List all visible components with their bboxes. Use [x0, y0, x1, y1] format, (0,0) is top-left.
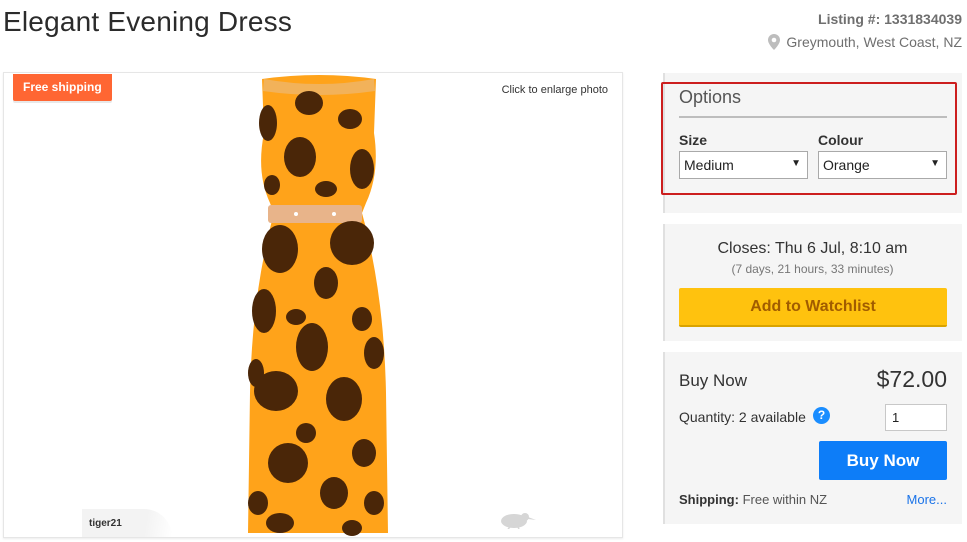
help-icon[interactable]: ?: [813, 407, 830, 424]
add-to-watchlist-button[interactable]: Add to Watchlist: [679, 288, 947, 327]
buy-now-label: Buy Now: [679, 371, 748, 390]
size-label: Size: [679, 132, 708, 148]
kiwi-icon: [501, 513, 536, 529]
closing-time: Closes: Thu 6 Jul, 8:10 am: [717, 240, 908, 257]
options-heading: Options: [679, 87, 742, 107]
seller-watermark: tiger21: [89, 518, 122, 529]
shipping-info: Shipping: Free within NZ: [679, 492, 827, 507]
free-shipping-badge: Free shipping: [13, 74, 112, 101]
dropdown-caret-icon: ▼: [930, 158, 940, 169]
shipping-value: Free within NZ: [742, 492, 828, 507]
colour-select[interactable]: Orange ▼: [818, 151, 947, 179]
product-photo[interactable]: Free shipping Click to enlarge photo tig…: [3, 72, 623, 538]
dress-image: [248, 75, 388, 536]
listing-title: Elegant Evening Dress: [3, 6, 293, 37]
time-remaining: (7 days, 21 hours, 33 minutes): [731, 262, 894, 276]
buy-now-button[interactable]: Buy Now: [819, 441, 947, 480]
more-shipping-link[interactable]: More...: [907, 492, 947, 507]
size-selected-value: Medium: [684, 157, 734, 173]
price: $72.00: [876, 366, 947, 392]
colour-label: Colour: [818, 132, 864, 148]
location: Greymouth, West Coast, NZ: [768, 34, 962, 50]
enlarge-photo-link[interactable]: Click to enlarge photo: [502, 84, 608, 96]
location-text: Greymouth, West Coast, NZ: [786, 34, 962, 50]
shipping-label: Shipping:: [679, 492, 739, 507]
colour-selected-value: Orange: [823, 157, 870, 173]
location-pin-icon: [768, 34, 781, 50]
dropdown-caret-icon: ▼: [791, 158, 801, 169]
quantity-input[interactable]: 1: [885, 404, 947, 431]
options-divider: [679, 116, 947, 118]
size-select[interactable]: Medium ▼: [679, 151, 808, 179]
quantity-label: Quantity: 2 available: [679, 409, 806, 425]
listing-number: Listing #: 1331834039: [818, 11, 962, 27]
